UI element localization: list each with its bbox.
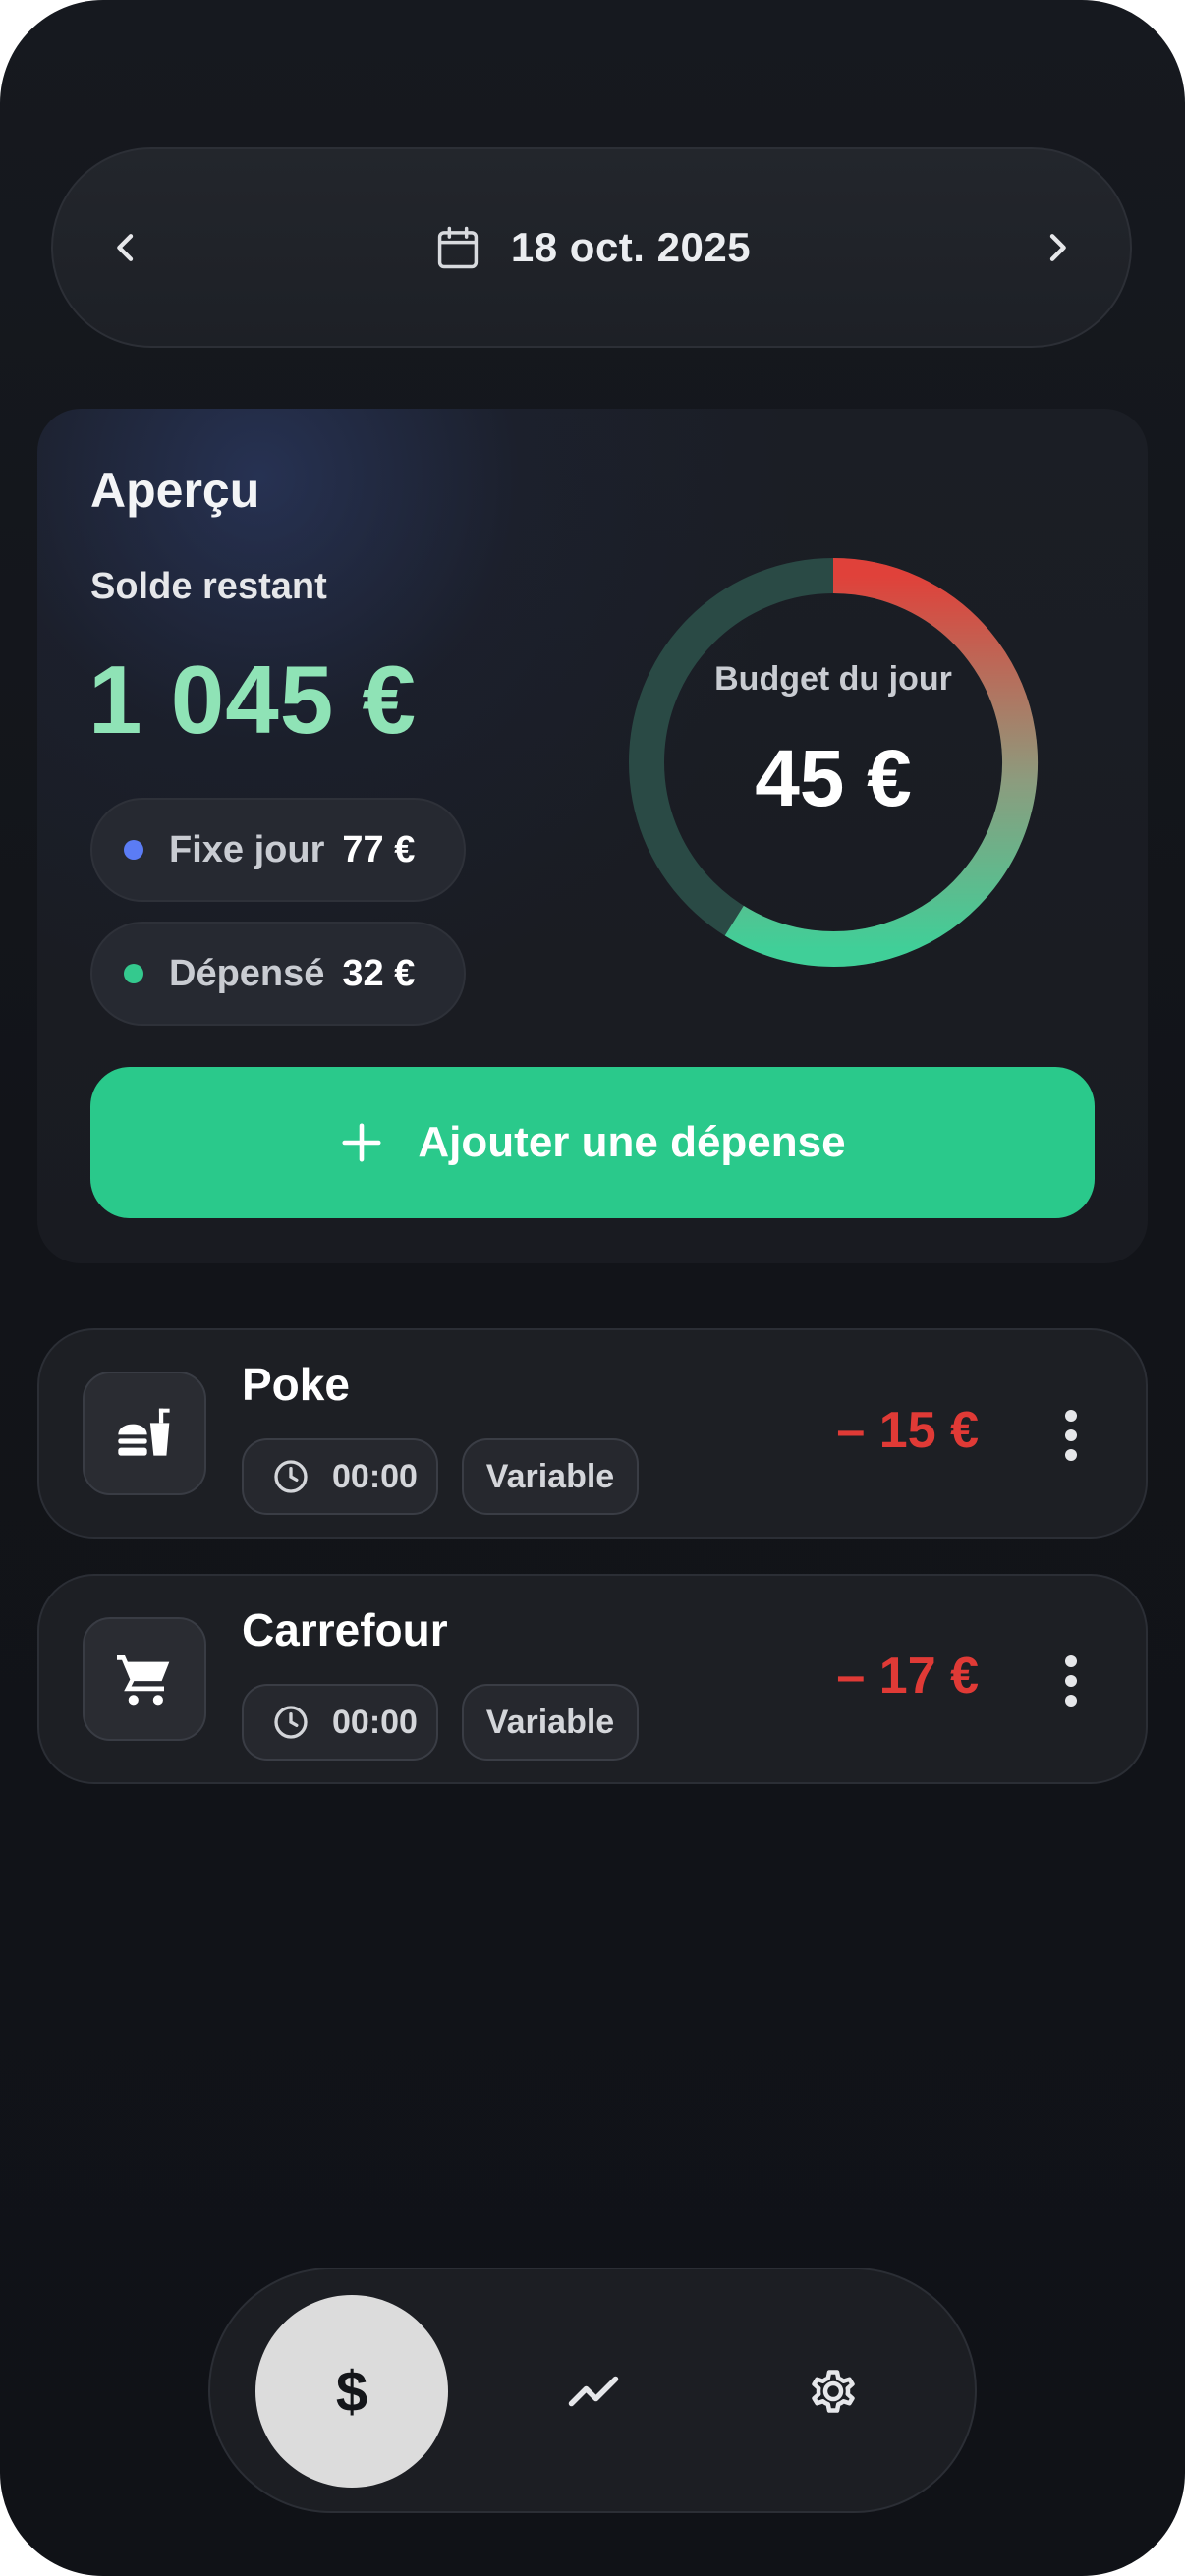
plus-icon <box>342 1123 381 1162</box>
nav-settings-button[interactable] <box>786 2344 880 2438</box>
expense-type-chip: Variable <box>462 1438 639 1515</box>
more-vertical-icon <box>1065 1655 1077 1707</box>
expense-time: 00:00 <box>332 1457 418 1495</box>
trending-icon <box>568 2376 619 2407</box>
time-chip: 00:00 <box>242 1438 438 1515</box>
spent-pill: Dépensé 32 € <box>90 922 466 1026</box>
add-expense-label: Ajouter une dépense <box>418 1118 846 1166</box>
app-screen: 18 oct. 2025 Aperçu Solde restant 1 045 … <box>0 0 1185 2576</box>
expense-type-chip: Variable <box>462 1684 639 1761</box>
time-chip: 00:00 <box>242 1684 438 1761</box>
spent-dot <box>124 964 143 983</box>
chevron-right-icon <box>1049 234 1066 261</box>
fixed-dot <box>124 840 143 860</box>
daily-budget-value: 45 € <box>755 734 912 823</box>
spent-value: 32 € <box>342 952 416 994</box>
spent-label: Dépensé <box>169 952 325 994</box>
expense-row[interactable]: Poke 00:00 Variable – 15 € <box>37 1328 1148 1539</box>
date-display[interactable]: 18 oct. 2025 <box>53 149 1130 346</box>
clock-icon <box>274 1460 308 1493</box>
expense-amount: – 17 € <box>836 1648 979 1705</box>
more-options-button[interactable] <box>1036 1637 1106 1725</box>
remaining-balance-value: 1 045 € <box>88 645 417 754</box>
clock-icon <box>274 1706 308 1739</box>
fixed-daily-pill: Fixe jour 77 € <box>90 798 466 902</box>
fixed-value: 77 € <box>342 828 416 870</box>
fixed-label: Fixe jour <box>169 828 325 870</box>
daily-budget-label: Budget du jour <box>714 660 952 698</box>
nav-stats-button[interactable] <box>546 2344 641 2438</box>
next-day-button[interactable] <box>1010 200 1104 295</box>
shopping-cart-icon <box>117 1655 170 1706</box>
expense-amount: – 15 € <box>836 1402 979 1459</box>
add-expense-button[interactable]: Ajouter une dépense <box>90 1067 1095 1218</box>
category-tile <box>83 1372 206 1495</box>
date-selector: 18 oct. 2025 <box>51 147 1132 348</box>
expense-row[interactable]: Carrefour 00:00 Variable – 17 € <box>37 1574 1148 1784</box>
card-title: Aperçu <box>90 463 260 518</box>
category-tile <box>83 1617 206 1741</box>
more-vertical-icon <box>1065 1410 1077 1461</box>
nav-budget-button[interactable]: $ <box>255 2295 448 2488</box>
remaining-balance-label: Solde restant <box>90 566 327 607</box>
overview-card: Aperçu Solde restant 1 045 € Fixe jour 7… <box>37 409 1148 1263</box>
fastfood-icon <box>118 1408 170 1456</box>
expense-time: 00:00 <box>332 1703 418 1741</box>
expense-name: Carrefour <box>242 1604 448 1655</box>
expense-name: Poke <box>242 1359 350 1410</box>
calendar-icon <box>437 226 479 269</box>
bottom-navigation: $ <box>208 2268 977 2513</box>
gear-icon <box>812 2370 855 2413</box>
dollar-icon: $ <box>335 2359 368 2424</box>
more-options-button[interactable] <box>1036 1391 1106 1480</box>
current-date: 18 oct. 2025 <box>510 224 752 270</box>
